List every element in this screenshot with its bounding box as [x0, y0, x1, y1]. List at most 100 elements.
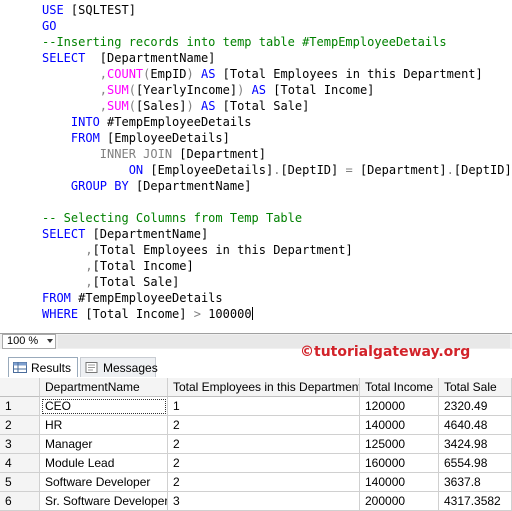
- code-token: [DepartmentName]: [99, 51, 216, 65]
- table-row[interactable]: 1 CEO 1 120000 2320.49: [0, 397, 512, 416]
- code-token: [Total Employees in this Department]: [222, 67, 483, 81]
- table-row[interactable]: 2 HR 2 140000 4640.48: [0, 416, 512, 435]
- row-number[interactable]: 6: [0, 492, 40, 511]
- code-token: ): [186, 67, 194, 81]
- code-token: .: [446, 163, 454, 177]
- code-token: [SQLTEST]: [70, 3, 136, 17]
- row-number[interactable]: 4: [0, 454, 40, 473]
- watermark: ©tutorialgateway.org: [300, 344, 471, 360]
- code-token: [Total Income]: [92, 259, 194, 273]
- code-line: ON [EmployeeDetails].[DeptID] = [Departm…: [42, 162, 512, 178]
- code-token: [Total Income]: [85, 307, 194, 321]
- code-token: AS: [244, 83, 274, 97]
- table-cell[interactable]: 120000: [360, 397, 439, 416]
- code-token: ,: [99, 67, 108, 81]
- code-token: [DepartmentName]: [135, 179, 252, 193]
- code-token: [DeptID]: [453, 163, 512, 177]
- table-cell[interactable]: 160000: [360, 454, 439, 473]
- code-token: FROM: [42, 291, 79, 305]
- table-cell[interactable]: 3637.8: [439, 473, 512, 492]
- code-token: --Inserting records into temp table #Tem…: [42, 35, 447, 49]
- code-token: GROUP BY: [70, 179, 136, 193]
- table-row[interactable]: 6 Sr. Software Developer 3 200000 4317.3582: [0, 492, 512, 511]
- code-token: [Department]: [352, 163, 447, 177]
- code-token: [Department]: [179, 147, 266, 161]
- table-cell[interactable]: HR: [40, 416, 168, 435]
- results-grid[interactable]: DepartmentName Total Employees in this De…: [0, 378, 512, 511]
- tab-results[interactable]: Results: [8, 357, 78, 377]
- code-token: #TempEmployeeDetails: [78, 291, 223, 305]
- code-line: SELECT [DepartmentName]: [42, 226, 208, 242]
- table-header-row: DepartmentName Total Employees in this De…: [0, 378, 512, 397]
- table-cell[interactable]: Manager: [40, 435, 168, 454]
- code-token: EmpID: [150, 67, 187, 81]
- code-token: [Total Employees in this Department]: [92, 243, 353, 257]
- table-cell[interactable]: 2: [168, 473, 360, 492]
- table-cell[interactable]: 140000: [360, 473, 439, 492]
- table-cell[interactable]: Software Developer: [40, 473, 168, 492]
- table-cell[interactable]: 2: [168, 435, 360, 454]
- table-cell[interactable]: 3424.98: [439, 435, 512, 454]
- tab-messages[interactable]: Messages: [80, 357, 158, 377]
- table-row[interactable]: 5 Software Developer 2 140000 3637.8: [0, 473, 512, 492]
- table-corner[interactable]: [0, 378, 40, 397]
- table-cell[interactable]: 3: [168, 492, 360, 511]
- code-line: ,[Total Sale]: [42, 274, 179, 290]
- code-token: (: [128, 83, 136, 97]
- code-token: [Total Sale]: [222, 99, 310, 113]
- code-token: SUM: [107, 83, 129, 97]
- column-header[interactable]: DepartmentName: [40, 378, 168, 397]
- table-cell[interactable]: 4640.48: [439, 416, 512, 435]
- table-cell[interactable]: CEO: [40, 397, 168, 416]
- zoom-dropdown[interactable]: 100 %: [2, 334, 56, 349]
- code-token: ,: [99, 99, 108, 113]
- code-token: SUM: [107, 99, 129, 113]
- tab-results-label: Results: [31, 361, 72, 375]
- table-cell[interactable]: 2320.49: [439, 397, 512, 416]
- table-cell[interactable]: 2: [168, 416, 360, 435]
- code-line: -- Selecting Columns from Temp Table: [42, 210, 302, 226]
- code-line: GROUP BY [DepartmentName]: [42, 178, 252, 194]
- code-token: [EmployeeDetails]: [107, 131, 230, 145]
- code-token: [DeptID]: [280, 163, 346, 177]
- sql-editor[interactable]: USE [SQLTEST] GO --Inserting records into …: [0, 0, 512, 333]
- code-token: 100000: [200, 307, 252, 321]
- table-row[interactable]: 3 Manager 2 125000 3424.98: [0, 435, 512, 454]
- row-number[interactable]: 3: [0, 435, 40, 454]
- row-number[interactable]: 5: [0, 473, 40, 492]
- table-cell[interactable]: Sr. Software Developer: [40, 492, 168, 511]
- row-number[interactable]: 1: [0, 397, 40, 416]
- table-row[interactable]: 4 Module Lead 2 160000 6554.98: [0, 454, 512, 473]
- code-line: ,SUM([YearlyIncome]) AS [Total Income]: [42, 82, 375, 98]
- column-header[interactable]: Total Employees in this Department: [168, 378, 360, 397]
- table-cell[interactable]: 125000: [360, 435, 439, 454]
- code-token: ): [186, 99, 194, 113]
- table-cell[interactable]: 6554.98: [439, 454, 512, 473]
- code-line: ,COUNT(EmpID) AS [Total Employees in thi…: [42, 66, 483, 82]
- code-line: --Inserting records into temp table #Tem…: [42, 34, 447, 50]
- code-line: FROM #TempEmployeeDetails: [42, 290, 223, 306]
- code-token: WHERE: [42, 307, 86, 321]
- table-cell[interactable]: 200000: [360, 492, 439, 511]
- table-cell[interactable]: 1: [168, 397, 360, 416]
- text-caret: [251, 307, 253, 320]
- code-token: [Total Income]: [273, 83, 375, 97]
- code-token: [YearlyIncome]: [135, 83, 238, 97]
- column-header[interactable]: Total Income: [360, 378, 439, 397]
- column-header[interactable]: Total Sale: [439, 378, 512, 397]
- table-cell[interactable]: 4317.3582: [439, 492, 512, 511]
- row-number[interactable]: 2: [0, 416, 40, 435]
- table-cell[interactable]: Module Lead: [40, 454, 168, 473]
- table-cell[interactable]: 2: [168, 454, 360, 473]
- code-token: AS: [193, 67, 223, 81]
- code-line: ,[Total Income]: [42, 258, 194, 274]
- table-cell[interactable]: 140000: [360, 416, 439, 435]
- code-line: SELECT [DepartmentName]: [42, 50, 215, 66]
- code-token: USE: [42, 3, 71, 17]
